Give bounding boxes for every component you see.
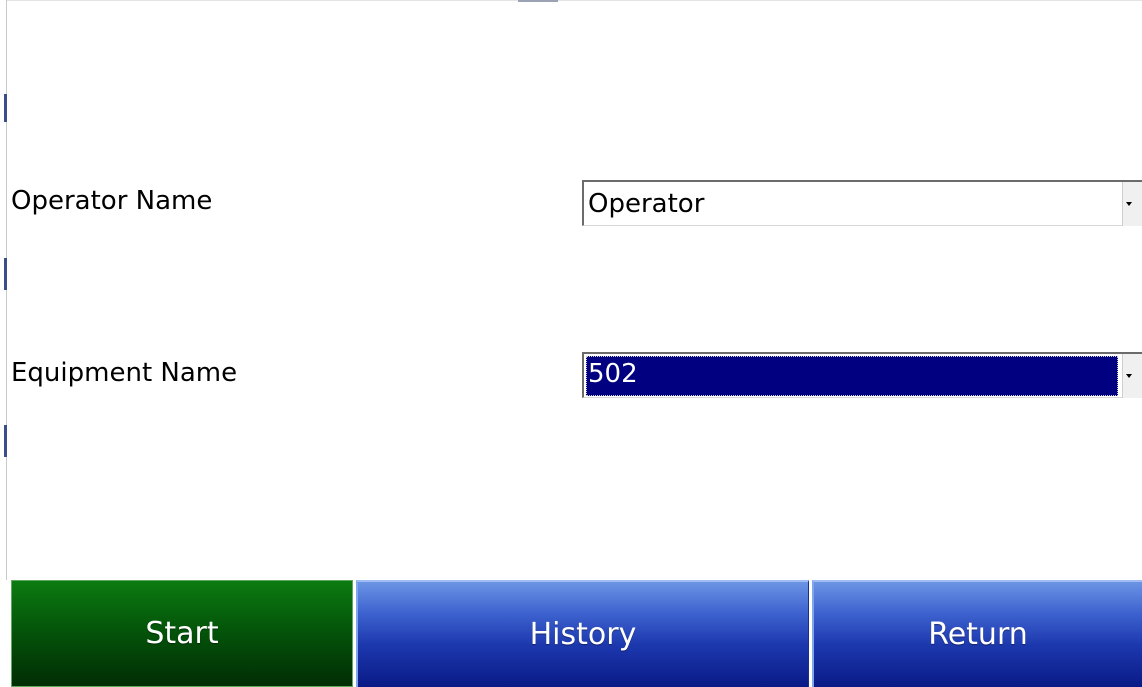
operator-dropdown-button[interactable]: [1122, 182, 1142, 226]
operator-name-dropdown[interactable]: Operator: [582, 180, 1142, 226]
operator-name-value: Operator: [588, 189, 705, 219]
left-border-mark: [4, 258, 7, 290]
left-border: [0, 0, 7, 687]
focus-rectangle: [586, 356, 1118, 396]
left-border-line: [6, 0, 7, 580]
app-window: Operator Name Operator Equipment Name 50…: [0, 0, 1142, 687]
equipment-name-dropdown[interactable]: 502: [582, 352, 1142, 398]
equipment-name-label: Equipment Name: [11, 358, 238, 388]
top-border: [0, 0, 1142, 1]
operator-name-label: Operator Name: [11, 186, 213, 216]
left-border-mark: [4, 425, 7, 457]
chevron-down-icon: [1126, 374, 1132, 378]
equipment-name-value: 502: [588, 359, 638, 389]
history-button[interactable]: History: [356, 580, 809, 687]
equipment-dropdown-button[interactable]: [1122, 354, 1142, 398]
chevron-down-icon: [1126, 202, 1132, 206]
return-button[interactable]: Return: [812, 580, 1142, 687]
top-border-accent: [518, 0, 558, 2]
start-button[interactable]: Start: [11, 580, 353, 687]
left-border-mark: [4, 94, 7, 122]
